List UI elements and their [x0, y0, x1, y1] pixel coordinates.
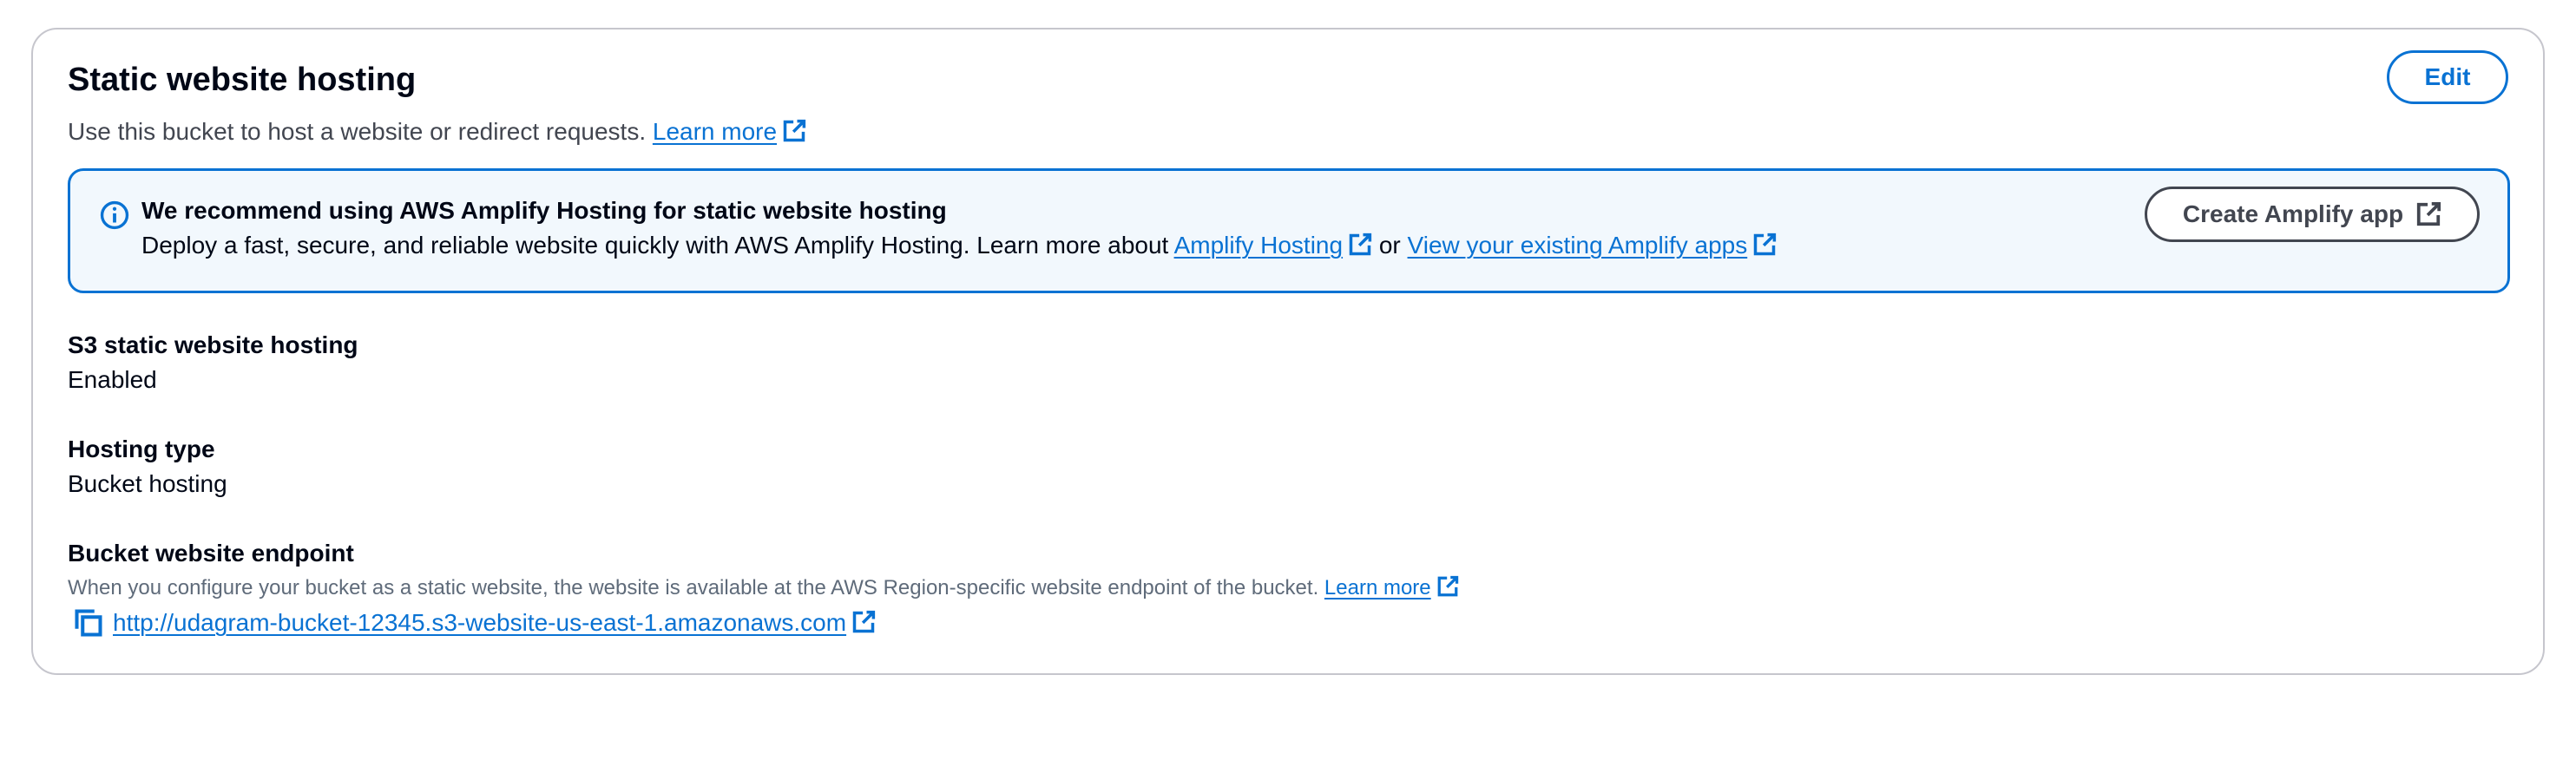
amplify-hosting-link[interactable]: Amplify Hosting — [1174, 232, 1373, 259]
bucket-website-endpoint-label: Bucket website endpoint — [68, 540, 354, 567]
alert-body-text: Deploy a fast, secure, and reliable webs… — [141, 232, 1169, 259]
create-amplify-app-label: Create Amplify app — [2182, 200, 2404, 227]
bucket-website-endpoint-description: When you configure your bucket as a stat… — [68, 571, 1459, 606]
alert-body: Deploy a fast, secure, and reliable webs… — [141, 232, 1777, 259]
hosting-type-field: Hosting type Bucket hosting — [68, 432, 227, 501]
external-link-icon — [852, 610, 876, 633]
alert-or-text: or — [1378, 232, 1401, 259]
panel-description: Use this bucket to host a website or red… — [68, 115, 806, 148]
panel-description-text: Use this bucket to host a website or red… — [68, 118, 647, 145]
s3-static-hosting-field: S3 static website hosting Enabled — [68, 328, 358, 397]
existing-amplify-apps-link-label: View your existing Amplify apps — [1407, 232, 1748, 259]
bucket-endpoint-link[interactable]: http://udagram-bucket-12345.s3-website-u… — [113, 606, 876, 640]
learn-more-link-label: Learn more — [652, 118, 778, 145]
s3-static-hosting-value: Enabled — [68, 366, 157, 393]
amplify-recommendation-alert: We recommend using AWS Amplify Hosting f… — [68, 168, 2510, 293]
endpoint-learn-more-label: Learn more — [1324, 576, 1431, 599]
external-link-icon — [2416, 201, 2441, 226]
endpoint-url-row: http://udagram-bucket-12345.s3-website-u… — [68, 606, 1459, 640]
alert-heading: We recommend using AWS Amplify Hosting f… — [141, 197, 947, 224]
external-link-icon — [1753, 233, 1777, 256]
bucket-website-endpoint-field: Bucket website endpoint When you configu… — [68, 536, 1459, 640]
info-icon — [100, 200, 129, 230]
hosting-type-label: Hosting type — [68, 436, 215, 462]
create-amplify-app-button[interactable]: Create Amplify app — [2145, 187, 2480, 242]
edit-button[interactable]: Edit — [2387, 50, 2508, 104]
copy-icon[interactable] — [73, 607, 104, 639]
panel-title: Static website hosting — [68, 62, 417, 98]
external-link-icon — [1349, 233, 1372, 256]
learn-more-link[interactable]: Learn more — [653, 118, 806, 145]
amplify-hosting-link-label: Amplify Hosting — [1173, 232, 1344, 259]
hosting-type-value: Bucket hosting — [68, 470, 227, 497]
external-link-icon — [1437, 575, 1458, 597]
s3-static-hosting-label: S3 static website hosting — [68, 331, 358, 358]
endpoint-description-text: When you configure your bucket as a stat… — [68, 576, 1319, 599]
existing-amplify-apps-link[interactable]: View your existing Amplify apps — [1408, 232, 1778, 259]
endpoint-learn-more-link[interactable]: Learn more — [1324, 575, 1459, 599]
external-link-icon — [783, 119, 806, 142]
bucket-endpoint-url: http://udagram-bucket-12345.s3-website-u… — [113, 609, 847, 636]
static-website-hosting-panel: Static website hosting Use this bucket t… — [31, 28, 2545, 675]
